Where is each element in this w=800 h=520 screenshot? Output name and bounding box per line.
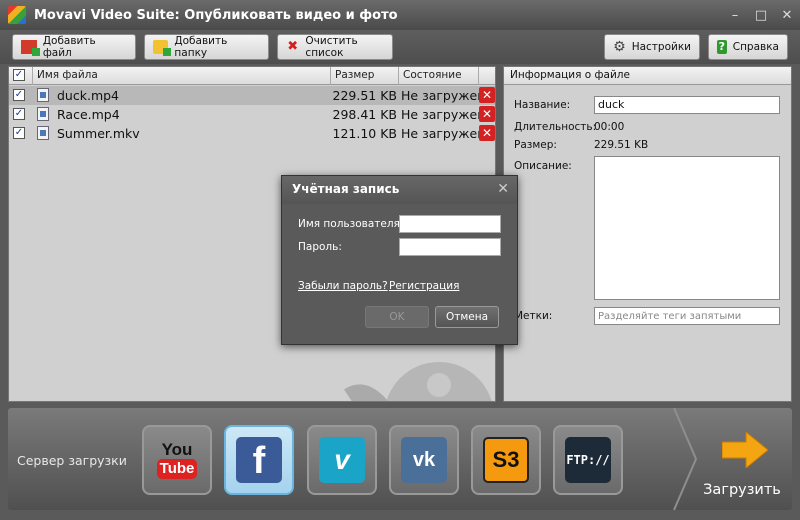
gear-icon: ⚙	[613, 39, 626, 55]
youtube-button[interactable]: You Tube	[142, 425, 212, 495]
file-info-panel: Информация о файле Название: duck Длител…	[503, 66, 792, 402]
facebook-icon: f	[236, 437, 282, 483]
description-textarea[interactable]	[594, 156, 780, 300]
file-state: Не загружен	[401, 88, 486, 103]
ftp-button[interactable]: FTP://	[553, 425, 623, 495]
file-size: 298.41 KB	[332, 107, 397, 122]
arrow-right-icon	[722, 432, 768, 468]
remove-file-button[interactable]: ✕	[479, 87, 495, 103]
username-input[interactable]	[399, 215, 501, 233]
file-size: 229.51 KB	[332, 88, 397, 103]
duration-value: 00:00	[594, 121, 625, 133]
add-folder-icon	[153, 40, 172, 56]
upload-label: Загрузить	[703, 482, 781, 498]
column-header-state[interactable]: Состояние	[399, 67, 479, 85]
clear-list-icon: ✖	[287, 39, 299, 54]
name-input[interactable]: duck	[594, 96, 780, 114]
clear-list-label: Очистить список	[305, 35, 358, 59]
s3-button[interactable]: S3	[471, 425, 541, 495]
clear-list-button[interactable]: ✖ Очистить список	[277, 34, 393, 60]
vk-icon: vk	[401, 437, 447, 483]
file-checkbox[interactable]: ✓	[13, 108, 25, 120]
duration-label: Длительность:	[514, 121, 597, 133]
facebook-button[interactable]: f	[224, 425, 294, 495]
file-checkbox[interactable]: ✓	[13, 127, 25, 139]
add-file-button[interactable]: Добавить файл	[12, 34, 136, 60]
ftp-icon: FTP://	[565, 437, 611, 483]
close-window-button[interactable]: ✕	[774, 0, 800, 30]
app-logo-icon	[8, 6, 26, 24]
file-name: Race.mp4	[57, 107, 120, 122]
cancel-button[interactable]: Отмена	[435, 306, 499, 328]
tags-input[interactable]: Разделяйте теги запятыми	[594, 307, 780, 325]
forgot-password-link[interactable]: Забыли пароль?	[298, 280, 388, 292]
maximize-button[interactable]: □	[748, 0, 774, 30]
password-input[interactable]	[399, 238, 501, 256]
select-all-column[interactable]: ✓	[9, 67, 33, 85]
upload-button[interactable]: Загрузить	[696, 426, 788, 506]
add-folder-button[interactable]: Добавить папку	[144, 34, 269, 60]
file-size: 121.10 KB	[332, 126, 397, 141]
help-label: Справка	[732, 41, 779, 53]
file-row[interactable]: ✓ duck.mp4 229.51 KB Не загружен ✕	[9, 86, 495, 105]
s3-icon: S3	[483, 437, 529, 483]
file-name: duck.mp4	[57, 88, 120, 103]
video-file-icon	[37, 107, 49, 121]
file-state: Не загружен	[401, 107, 486, 122]
vimeo-button[interactable]: v	[307, 425, 377, 495]
vimeo-icon: v	[319, 437, 365, 483]
select-all-checkbox[interactable]: ✓	[13, 69, 25, 81]
film-reel-watermark	[344, 362, 492, 401]
description-label: Описание:	[514, 160, 572, 172]
file-checkbox[interactable]: ✓	[13, 89, 25, 101]
title-bar: Movavi Video Suite: Опубликовать видео и…	[0, 0, 800, 30]
youtube-icon: You Tube	[154, 437, 200, 483]
help-button[interactable]: ? Справка	[708, 34, 788, 60]
upload-server-label: Сервер загрузки	[17, 453, 127, 468]
toolbar: Добавить файл Добавить папку ✖ Очистить …	[0, 30, 800, 64]
video-file-icon	[37, 88, 49, 102]
register-link[interactable]: Регистрация	[389, 280, 459, 292]
help-icon: ?	[717, 40, 727, 54]
column-header-size[interactable]: Размер	[331, 67, 399, 85]
size-label: Размер:	[514, 139, 557, 151]
minimize-button[interactable]: –	[722, 0, 748, 30]
file-info-header: Информация о файле	[504, 67, 791, 85]
ok-button[interactable]: OK	[365, 306, 429, 328]
file-row[interactable]: ✓ Summer.mkv 121.10 KB Не загружен ✕	[9, 124, 495, 143]
dialog-title: Учётная запись	[292, 182, 400, 196]
name-label: Название:	[514, 99, 571, 111]
file-name: Summer.mkv	[57, 126, 140, 141]
remove-file-button[interactable]: ✕	[479, 125, 495, 141]
settings-button[interactable]: ⚙ Настройки	[604, 34, 700, 60]
window-title: Movavi Video Suite: Опубликовать видео и…	[34, 7, 398, 23]
size-value: 229.51 KB	[594, 139, 649, 151]
file-list-header: ✓ Имя файла Размер Состояние	[9, 67, 495, 85]
tags-label: Метки:	[514, 310, 553, 322]
upload-bar: Сервер загрузки You Tube f v vk S3 FTP:/…	[8, 408, 792, 510]
vk-button[interactable]: vk	[389, 425, 459, 495]
window-controls: – □ ✕	[722, 0, 800, 30]
tags-placeholder: Разделяйте теги запятыми	[598, 311, 742, 322]
add-folder-label: Добавить папку	[174, 35, 228, 59]
add-file-icon	[21, 40, 40, 56]
file-state: Не загружен	[401, 126, 486, 141]
add-file-label: Добавить файл	[42, 35, 96, 59]
column-header-name[interactable]: Имя файла	[33, 67, 331, 85]
close-icon[interactable]: ✕	[497, 176, 509, 202]
dialog-title-bar: Учётная запись ✕	[282, 176, 517, 204]
remove-file-button[interactable]: ✕	[479, 106, 495, 122]
video-file-icon	[37, 126, 49, 140]
settings-label: Настройки	[631, 41, 691, 53]
account-dialog: Учётная запись ✕ Имя пользователя: Парол…	[281, 175, 518, 345]
password-label: Пароль:	[298, 241, 342, 253]
username-label: Имя пользователя:	[298, 218, 404, 230]
file-row[interactable]: ✓ Race.mp4 298.41 KB Не загружен ✕	[9, 105, 495, 124]
